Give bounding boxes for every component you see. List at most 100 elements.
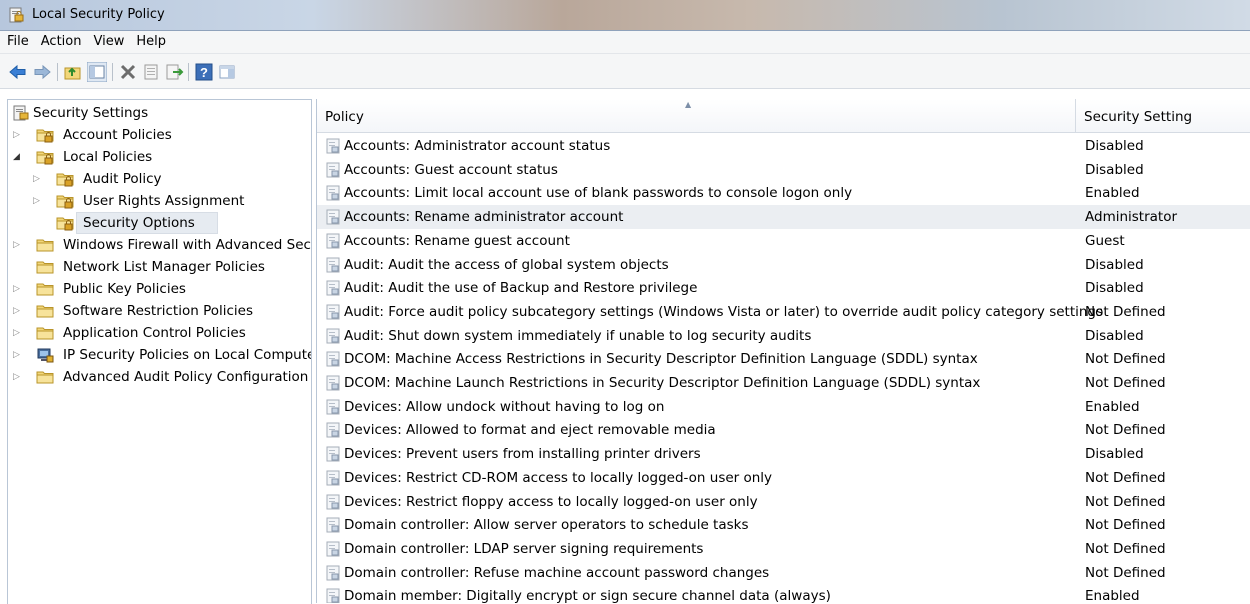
policy-row[interactable]: Accounts: Rename guest account Guest — [317, 229, 1250, 253]
policy-row[interactable]: Audit: Audit the use of Backup and Resto… — [317, 276, 1250, 300]
policy-row[interactable]: Accounts: Administrator account status Di… — [317, 134, 1250, 158]
show-action-pane-icon[interactable] — [217, 62, 237, 82]
security-settings-icon — [13, 105, 29, 121]
policy-row[interactable]: Devices: Restrict floppy access to local… — [317, 490, 1250, 514]
security-setting-value: Not Defined — [1085, 303, 1166, 320]
delete-icon[interactable] — [118, 62, 138, 82]
expand-arrow-icon[interactable]: ▷ — [13, 278, 23, 300]
tree-item-user-rights-assignment[interactable]: ▷ User Rights Assignment — [8, 190, 311, 212]
security-setting-value: Guest — [1085, 232, 1125, 249]
tree-item-label: Local Policies — [63, 149, 153, 165]
expand-arrow-icon[interactable]: ▷ — [13, 234, 23, 256]
tree-item-ip-security-policies-on-local-compute[interactable]: ▷ IP Security Policies on Local Compute — [8, 344, 311, 366]
folder-icon — [36, 371, 54, 384]
policy-row[interactable]: Audit: Force audit policy subcategory se… — [317, 300, 1250, 324]
column-header-setting-label: Security Setting — [1084, 109, 1193, 125]
tree-root-security-settings[interactable]: Security Settings — [8, 102, 311, 124]
menu-action[interactable]: Action — [35, 31, 88, 53]
policy-row[interactable]: DCOM: Machine Launch Restrictions in Sec… — [317, 371, 1250, 395]
security-setting-value: Enabled — [1085, 398, 1140, 415]
menu-view[interactable]: View — [87, 31, 130, 53]
security-setting-value: Enabled — [1085, 588, 1140, 603]
tree-item-label: Application Control Policies — [63, 325, 246, 341]
policy-list: Policy ▲ Security Setting Accounts: Admi… — [316, 99, 1250, 603]
toolbar-separator — [188, 63, 189, 81]
folder-icon — [36, 239, 54, 252]
policy-row[interactable]: Accounts: Guest account status Disabled — [317, 158, 1250, 182]
tree-item-label: Windows Firewall with Advanced Secu — [63, 237, 312, 253]
policy-item-icon — [326, 470, 340, 486]
policy-row[interactable]: Domain controller: Refuse machine accoun… — [317, 561, 1250, 585]
expand-arrow-icon[interactable]: ▷ — [33, 190, 43, 212]
policy-row[interactable]: DCOM: Machine Access Restrictions in Sec… — [317, 347, 1250, 371]
tree-item-account-policies[interactable]: ▷ Account Policies — [8, 124, 311, 146]
tree-item-label: Public Key Policies — [63, 281, 186, 297]
help-icon[interactable]: ? — [194, 62, 214, 82]
expand-arrow-icon[interactable]: ▷ — [13, 344, 23, 366]
title-bar: Local Security Policy — [0, 0, 1250, 31]
column-header-policy-label: Policy — [325, 109, 364, 125]
policy-row[interactable]: Audit: Shut down system immediately if u… — [317, 324, 1250, 348]
up-folder-icon[interactable] — [63, 62, 83, 82]
locked-folder-icon — [56, 217, 74, 231]
column-header-policy[interactable]: Policy ▲ — [317, 99, 1076, 132]
expand-arrow-icon[interactable]: ▷ — [13, 366, 23, 388]
export-list-icon[interactable] — [164, 62, 184, 82]
forward-arrow-icon[interactable] — [32, 62, 52, 82]
policy-name: Audit: Audit the use of Backup and Resto… — [344, 280, 698, 297]
tree-item-public-key-policies[interactable]: ▷ Public Key Policies — [8, 278, 311, 300]
security-setting-value: Disabled — [1085, 138, 1144, 154]
tree-item-label: Security Options — [83, 215, 195, 231]
policy-item-icon — [326, 257, 340, 272]
back-arrow-icon[interactable] — [8, 62, 28, 82]
security-setting-value: Not Defined — [1085, 375, 1166, 391]
menu-file[interactable]: File — [0, 31, 35, 53]
policy-row[interactable]: Accounts: Rename administrator account Ad… — [317, 205, 1250, 230]
policy-row[interactable]: Domain member: Digitally encrypt or sign… — [317, 584, 1250, 603]
security-setting-value: Not Defined — [1085, 493, 1166, 510]
tree-item-label: User Rights Assignment — [83, 193, 245, 209]
policy-row[interactable]: Devices: Prevent users from installing p… — [317, 442, 1250, 466]
policy-row[interactable]: Domain controller: LDAP server signing r… — [317, 537, 1250, 561]
policy-item-icon — [326, 162, 340, 178]
tree-item-label: Network List Manager Policies — [63, 259, 265, 275]
policy-name: Domain member: Digitally encrypt or sign… — [344, 588, 831, 603]
sort-ascending-icon: ▲ — [685, 100, 692, 109]
security-setting-value: Not Defined — [1085, 469, 1166, 486]
policy-row[interactable]: Devices: Allow undock without having to … — [317, 395, 1250, 419]
expand-arrow-icon[interactable]: ▷ — [13, 300, 23, 322]
tree-item-network-list-manager-policies[interactable]: Network List Manager Policies — [8, 256, 311, 278]
tree-item-software-restriction-policies[interactable]: ▷ Software Restriction Policies — [8, 300, 311, 322]
expand-arrow-icon[interactable]: ▷ — [33, 168, 43, 190]
policy-item-icon — [326, 185, 340, 201]
show-hide-tree-icon[interactable] — [87, 62, 107, 82]
collapse-arrow-icon[interactable]: ◢ — [13, 146, 23, 168]
policy-item-icon — [326, 446, 340, 462]
tree-item-local-policies[interactable]: ◢ Local Policies — [8, 146, 311, 168]
expand-arrow-icon[interactable]: ▷ — [13, 124, 23, 146]
policy-item-icon — [326, 588, 340, 603]
policy-row[interactable]: Devices: Allowed to format and eject rem… — [317, 418, 1250, 442]
policy-name: Accounts: Guest account status — [344, 161, 558, 178]
locked-folder-icon — [36, 151, 54, 165]
policy-item-icon — [326, 541, 340, 557]
policy-row[interactable]: Domain controller: Allow server operator… — [317, 513, 1250, 537]
tree-item-advanced-audit-policy-configuration[interactable]: ▷ Advanced Audit Policy Configuration — [8, 366, 311, 388]
ip-security-icon — [37, 348, 54, 363]
tree-item-application-control-policies[interactable]: ▷ Application Control Policies — [8, 322, 311, 344]
policy-name: DCOM: Machine Launch Restrictions in Sec… — [344, 375, 981, 391]
tree-item-security-options[interactable]: Security Options — [8, 212, 311, 234]
column-header-setting[interactable]: Security Setting — [1076, 99, 1250, 132]
policy-row[interactable]: Accounts: Limit local account use of bla… — [317, 181, 1250, 205]
expand-arrow-icon[interactable]: ▷ — [13, 322, 23, 344]
tree-item-windows-firewall-with-advanced-secu[interactable]: ▷ Windows Firewall with Advanced Secu — [8, 234, 311, 256]
properties-icon[interactable] — [141, 62, 161, 82]
folder-icon — [36, 283, 54, 296]
menu-help[interactable]: Help — [130, 31, 172, 53]
policy-row[interactable]: Devices: Restrict CD-ROM access to local… — [317, 466, 1250, 490]
security-setting-value: Not Defined — [1085, 517, 1166, 534]
policy-row[interactable]: Audit: Audit the access of global system… — [317, 253, 1250, 277]
tree-item-audit-policy[interactable]: ▷ Audit Policy — [8, 168, 311, 190]
folder-icon — [36, 261, 54, 274]
policy-name: Devices: Restrict floppy access to local… — [344, 493, 758, 510]
